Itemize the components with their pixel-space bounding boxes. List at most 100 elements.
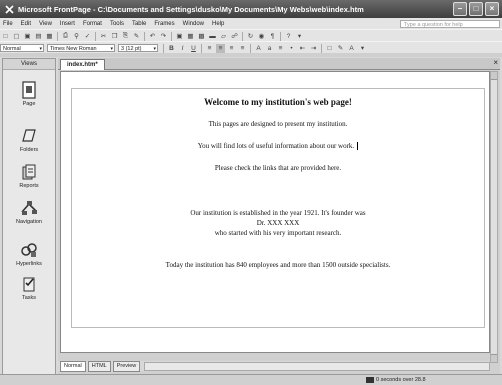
cut-icon[interactable]: ✂ — [99, 32, 108, 41]
new-page-icon[interactable]: □ — [1, 32, 10, 41]
redo-icon[interactable]: ↷ — [159, 32, 168, 41]
bullets-icon[interactable]: • — [287, 44, 296, 53]
style-select[interactable]: Normal ▾ — [0, 44, 44, 52]
view-tasks[interactable]: Tasks — [3, 275, 55, 301]
show-all-icon[interactable]: ¶ — [268, 32, 277, 41]
chevron-down-icon: ▾ — [39, 46, 42, 52]
views-header: Views — [3, 59, 55, 70]
toolbar-options-icon[interactable]: ▾ — [358, 44, 367, 53]
spelling-icon[interactable]: ✓ — [83, 32, 92, 41]
intro-line-2-text: You will find lots of useful information… — [197, 142, 355, 150]
menu-tools[interactable]: Tools — [106, 21, 128, 27]
document-tab-index[interactable]: index.htm* — [60, 59, 105, 70]
menu-view[interactable]: View — [35, 21, 56, 27]
paste-icon[interactable]: ⎘ — [121, 32, 130, 41]
menu-insert[interactable]: Insert — [56, 21, 79, 27]
editor-page[interactable]: Welcome to my institution's web page! Th… — [60, 71, 490, 353]
style-value: Normal — [3, 46, 21, 52]
font-color-icon[interactable]: A — [347, 44, 356, 53]
insert-layer-icon[interactable]: ▩ — [197, 32, 206, 41]
font-value: Times New Roman — [50, 46, 97, 52]
toolbar-separator — [201, 43, 202, 53]
close-document-icon[interactable]: × — [493, 58, 498, 68]
toolbar-separator — [144, 31, 145, 41]
italic-icon[interactable]: I — [178, 44, 187, 53]
menu-bar: File Edit View Insert Format Tools Table… — [0, 18, 502, 29]
format-painter-icon[interactable]: ✎ — [132, 32, 141, 41]
align-right-icon[interactable]: ≡ — [227, 44, 236, 53]
border-icon[interactable]: □ — [325, 44, 334, 53]
view-folders[interactable]: Folders — [3, 127, 55, 153]
stop-icon[interactable]: ◉ — [257, 32, 266, 41]
view-hyperlinks[interactable]: Hyperlinks — [3, 241, 55, 267]
chevron-down-icon: ▾ — [110, 46, 113, 52]
print-icon[interactable]: ⎙ — [61, 32, 70, 41]
toolbar-separator — [95, 31, 96, 41]
minimize-button[interactable]: – — [453, 2, 467, 16]
page-heading: Welcome to my institution's web page! — [204, 97, 352, 107]
help-search-input[interactable]: Type a question for help — [400, 19, 500, 28]
underline-icon[interactable]: U — [189, 44, 198, 53]
help-icon[interactable]: ? — [284, 32, 293, 41]
align-center-icon[interactable]: ≡ — [216, 43, 225, 53]
insert-picture-icon[interactable]: ▬ — [208, 32, 217, 41]
vertical-scrollbar[interactable] — [490, 71, 498, 363]
menu-help[interactable]: Help — [208, 21, 228, 27]
highlight-icon[interactable]: ✎ — [336, 44, 345, 53]
toolbar-separator — [321, 43, 322, 53]
tasks-view-icon — [23, 277, 35, 292]
close-button[interactable]: × — [485, 2, 499, 16]
justify-icon[interactable]: ≡ — [238, 44, 247, 53]
menu-window[interactable]: Window — [179, 21, 208, 27]
tab-preview[interactable]: Preview — [112, 360, 141, 372]
undo-icon[interactable]: ↶ — [148, 32, 157, 41]
frontpage-app-icon — [4, 4, 14, 14]
increase-indent-icon[interactable]: ⇥ — [309, 44, 318, 53]
title-bar: Microsoft FrontPage - C:\Documents and S… — [0, 0, 502, 18]
toolbar-options-icon[interactable]: ▾ — [295, 32, 304, 41]
menu-table[interactable]: Table — [128, 21, 150, 27]
menu-edit[interactable]: Edit — [17, 21, 35, 27]
increase-font-icon[interactable]: A — [254, 44, 263, 53]
web-component-icon[interactable]: ▣ — [175, 32, 184, 41]
insert-table-icon[interactable]: ▦ — [186, 32, 195, 41]
publish-icon[interactable]: ▤ — [34, 32, 43, 41]
bold-icon[interactable]: B — [167, 44, 176, 53]
view-navigation[interactable]: Navigation — [3, 199, 55, 225]
chevron-down-icon: ▾ — [153, 46, 156, 52]
drawing-icon[interactable]: ▱ — [219, 32, 228, 41]
content-table: Welcome to my institution's web page! Th… — [71, 88, 485, 328]
font-size-value: 3 (12 pt) — [121, 46, 142, 52]
hyperlink-icon[interactable]: ☍ — [230, 32, 239, 41]
copy-icon[interactable]: ❐ — [110, 32, 119, 41]
maximize-button[interactable]: □ — [469, 2, 483, 16]
menu-file[interactable]: File — [0, 21, 17, 27]
status-bar: 0 seconds over 28.8 — [0, 374, 502, 385]
view-reports[interactable]: Reports — [3, 163, 55, 189]
navigation-view-icon — [21, 201, 37, 215]
align-left-icon[interactable]: ≡ — [205, 44, 214, 53]
font-size-select[interactable]: 3 (12 pt) ▾ — [118, 44, 158, 52]
history-line-1: Our institution is established in the ye… — [190, 209, 366, 217]
view-reports-label: Reports — [19, 183, 39, 189]
toolbar-separator — [57, 31, 58, 41]
tab-normal[interactable]: Normal — [60, 360, 86, 372]
decrease-font-icon[interactable]: a — [265, 44, 274, 53]
tab-html[interactable]: HTML — [87, 360, 111, 372]
scroll-up-icon[interactable] — [491, 72, 497, 80]
decrease-indent-icon[interactable]: ⇤ — [298, 44, 307, 53]
scroll-down-icon[interactable] — [491, 354, 497, 362]
menu-frames[interactable]: Frames — [150, 21, 178, 27]
view-page[interactable]: Page — [3, 81, 55, 107]
menu-format[interactable]: Format — [79, 21, 106, 27]
numbering-icon[interactable]: ≡ — [276, 44, 285, 53]
open-icon[interactable]: ▢ — [12, 32, 21, 41]
save-icon[interactable]: ▣ — [23, 32, 32, 41]
view-mode-bar: Normal HTML Preview — [58, 360, 490, 372]
refresh-icon[interactable]: ↻ — [246, 32, 255, 41]
preview-icon[interactable]: ⚲ — [72, 32, 81, 41]
folder-list-icon[interactable]: ▦ — [45, 32, 54, 41]
font-select[interactable]: Times New Roman ▾ — [47, 44, 115, 52]
toolbar-separator — [163, 43, 164, 53]
horizontal-scrollbar[interactable] — [144, 361, 490, 371]
